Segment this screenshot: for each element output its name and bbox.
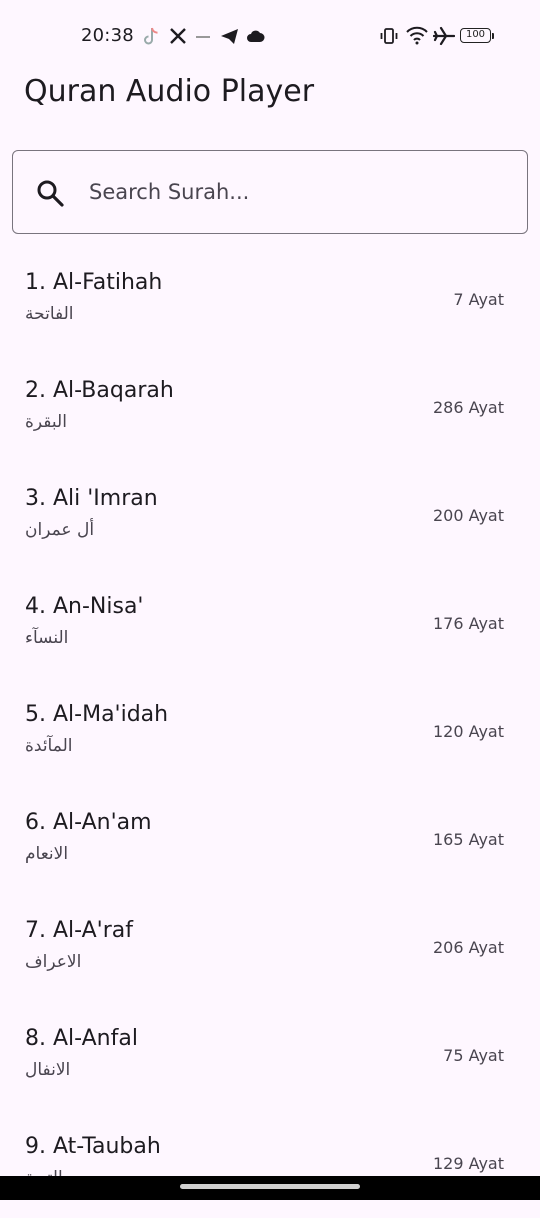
surah-ayat-count: 75 Ayat (443, 1046, 504, 1065)
surah-arabic-name: البقرة (25, 412, 67, 432)
home-gesture-handle[interactable] (180, 1184, 360, 1189)
surah-list: 1. Al-Fatihah الفاتحة 7 Ayat 2. Al-Baqar… (0, 246, 540, 1218)
surah-name: 5. Al-Ma'idah (25, 702, 169, 727)
surah-list-item[interactable]: 7. Al-A'raf الاعراف 206 Ayat (0, 894, 540, 1002)
surah-list-item[interactable]: 6. Al-An'am الانعام 165 Ayat (0, 786, 540, 894)
battery-icon: 100 (460, 28, 491, 43)
status-time: 20:38 (81, 25, 134, 46)
cloud-icon (247, 30, 265, 42)
surah-name: 7. Al-A'raf (25, 918, 133, 943)
tiktok-icon (144, 27, 158, 45)
surah-arabic-name: الانفال (25, 1060, 71, 1080)
search-input[interactable] (89, 169, 509, 215)
surah-ayat-count: 165 Ayat (432, 830, 504, 849)
surah-list-item[interactable]: 9. At-Taubah التوبة 129 Ayat (0, 1110, 540, 1218)
surah-name: 8. Al-Anfal (25, 1026, 138, 1051)
surah-ayat-count: 7 Ayat (453, 290, 504, 309)
surah-arabic-name: النسآء (25, 628, 69, 648)
search-field[interactable] (12, 150, 528, 234)
search-icon (37, 180, 64, 207)
surah-list-item[interactable]: 1. Al-Fatihah الفاتحة 7 Ayat (0, 246, 540, 354)
surah-name: 6. Al-An'am (25, 810, 152, 835)
dots-icon (196, 36, 210, 38)
surah-arabic-name: أل عمران (25, 520, 95, 540)
surah-name: 9. At-Taubah (25, 1134, 161, 1159)
surah-name: 3. Ali 'Imran (25, 486, 158, 511)
wifi-icon (406, 26, 428, 45)
surah-ayat-count: 206 Ayat (432, 938, 504, 957)
surah-list-item[interactable]: 2. Al-Baqarah البقرة 286 Ayat (0, 354, 540, 462)
x-icon (170, 28, 186, 44)
surah-arabic-name: الفاتحة (25, 304, 74, 324)
telegram-icon (221, 29, 238, 44)
page-title: Quran Audio Player (24, 74, 315, 109)
surah-arabic-name: الاعراف (25, 952, 82, 972)
surah-ayat-count: 176 Ayat (432, 614, 504, 633)
status-bar: 20:38 100 (0, 0, 540, 72)
surah-ayat-count: 286 Ayat (432, 398, 504, 417)
surah-list-item[interactable]: 5. Al-Ma'idah المآئدة 120 Ayat (0, 678, 540, 786)
surah-list-item[interactable]: 4. An-Nisa' النسآء 176 Ayat (0, 570, 540, 678)
system-navigation-bar (0, 1176, 540, 1200)
surah-ayat-count: 120 Ayat (432, 722, 504, 741)
surah-arabic-name: المآئدة (25, 736, 73, 756)
surah-list-item[interactable]: 8. Al-Anfal الانفال 75 Ayat (0, 1002, 540, 1110)
surah-list-item[interactable]: 3. Ali 'Imran أل عمران 200 Ayat (0, 462, 540, 570)
surah-name: 2. Al-Baqarah (25, 378, 174, 403)
airplane-icon (433, 26, 455, 46)
battery-tip (492, 33, 494, 39)
surah-ayat-count: 200 Ayat (432, 506, 504, 525)
surah-arabic-name: الانعام (25, 844, 69, 864)
surah-name: 4. An-Nisa' (25, 594, 144, 619)
surah-name: 1. Al-Fatihah (25, 270, 163, 295)
vibrate-icon (380, 28, 398, 44)
surah-ayat-count: 129 Ayat (432, 1154, 504, 1173)
